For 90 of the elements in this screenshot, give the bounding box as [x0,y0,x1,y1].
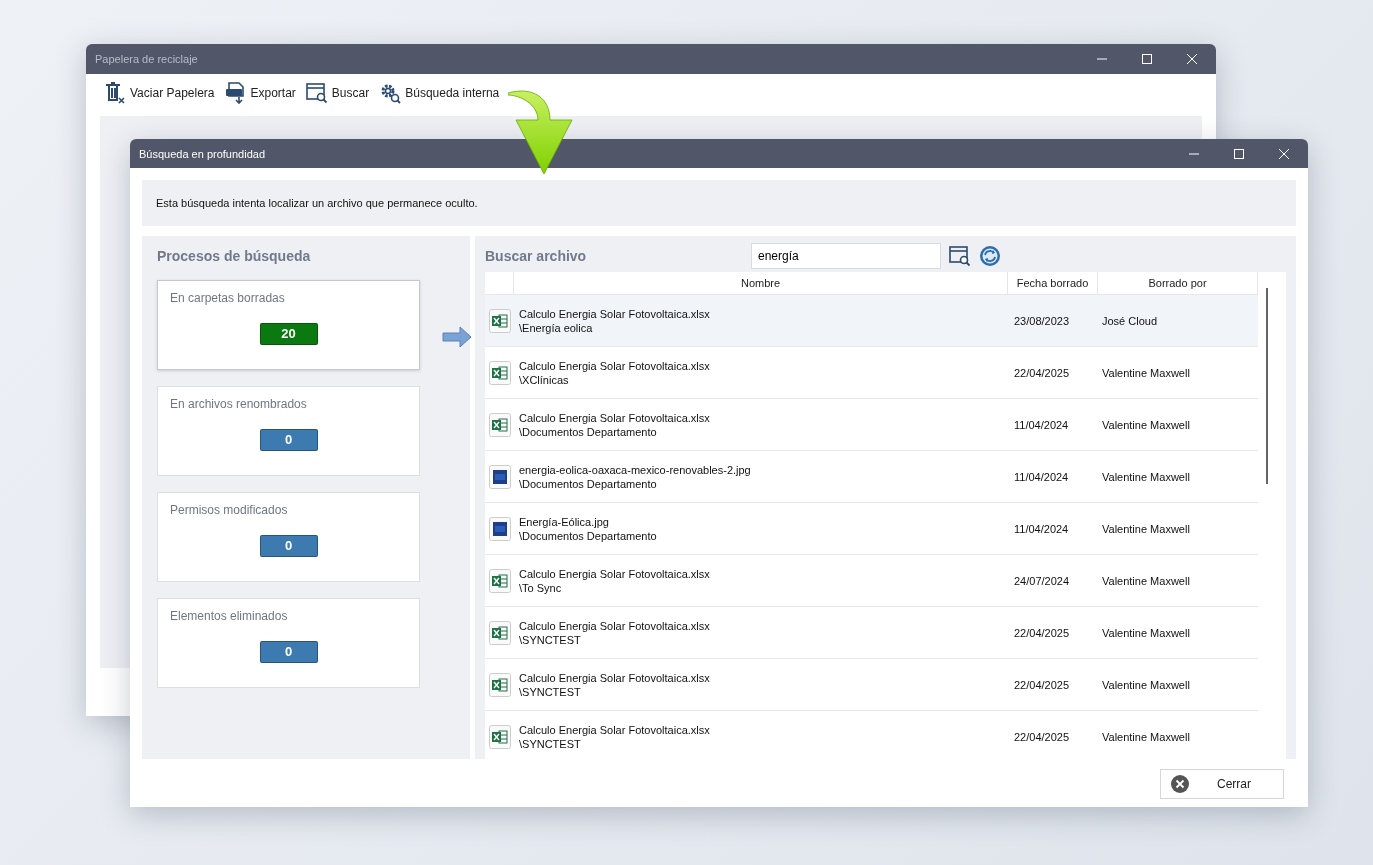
window-title: Búsqueda en profundidad [139,147,265,160]
window-title: Papelera de reciclaje [95,53,198,65]
date-cell-text: 24/07/2024 [1013,574,1071,587]
file-name: Calculo Energia Solar Fotovoltaica.xlsx [519,619,711,632]
file-path: \Energía eolica [519,321,594,334]
user-cell-text: Valentine Maxwell [1101,678,1191,691]
user-cell-text: José Cloud [1101,314,1159,327]
close-icon[interactable] [1186,53,1198,65]
spreadsheet-file-icon [488,672,511,697]
date-cell-text: 11/04/2024 [1013,470,1070,483]
window-search-icon[interactable] [949,245,971,267]
close-icon[interactable] [1278,147,1290,160]
csv-file-icon [224,82,247,104]
user-cell-text: Valentine Maxwell [1101,574,1191,587]
toolbar-button[interactable]: Vaciar Papelera [104,82,215,104]
spreadsheet-file-icon [488,568,511,593]
refresh-icon[interactable] [979,245,1001,267]
table-row[interactable]: energia-eolica-oaxaca-mexico-renovables-2.jpg \Documentos Departamento 11/04/2024 Valentine Maxwell [485,450,1258,502]
user-cell-text: Valentine Maxwell [1101,418,1191,431]
file-path: \SYNCTEST [519,633,582,646]
file-path: \To Sync [519,581,563,594]
date-cell-text: 22/04/2025 [1013,366,1071,379]
maximize-icon[interactable] [1233,147,1245,160]
table-row[interactable]: Energía-Eólica.jpg \Documentos Departamento 11/04/2024 Valentine Maxwell [485,502,1258,554]
file-path: \Documentos Departamento [519,477,658,490]
file-name: energia-eolica-oaxaca-mexico-renovables-2.jpg [519,463,752,476]
process-label: En archivos renombrados [170,397,308,411]
toolbar-button[interactable]: Exportar [224,82,296,104]
search-field[interactable]: energía [751,243,941,269]
file-name: Calculo Energia Solar Fotovoltaica.xlsx [519,411,711,424]
date-cell-text: 22/04/2025 [1013,626,1071,639]
date-cell-text: 11/04/2024 [1013,522,1070,535]
file-name: Calculo Energia Solar Fotovoltaica.xlsx [519,723,711,736]
close-icon [1171,775,1189,793]
file-path: \Documentos Departamento [519,529,658,542]
panel-heading: Procesos de búsqueda [157,248,312,264]
scrollbar[interactable] [1266,288,1268,484]
spreadsheet-file-icon [488,360,511,385]
image-file-icon [488,516,511,541]
process-label: En carpetas borradas [170,291,286,305]
spreadsheet-file-icon [488,412,511,437]
table-row[interactable]: Calculo Energia Solar Fotovoltaica.xlsx \Energía eolica 23/08/2023 José Cloud [485,294,1258,346]
process-card[interactable]: Permisos modificados 0 [157,492,420,582]
file-name: Energía-Eólica.jpg [519,515,610,528]
table-row[interactable]: Calculo Energia Solar Fotovoltaica.xlsx \To Sync 24/07/2024 Valentine Maxwell [485,554,1258,606]
user-cell-text: Valentine Maxwell [1101,470,1191,483]
count-badge: 0 [259,429,318,451]
count-badge: 0 [259,641,318,663]
file-path: \XClínicas [519,373,570,386]
table-row[interactable]: Calculo Energia Solar Fotovoltaica.xlsx \Documentos Departamento 11/04/2024 Valentine Maxwell [485,398,1258,450]
user-cell-text: Valentine Maxwell [1101,366,1191,379]
info-text: Esta búsqueda intenta localizar un archivo que permanece oculto. [156,197,478,209]
trash-icon [104,82,126,104]
panel-heading: Buscar archivo [485,248,588,264]
spreadsheet-file-icon [488,724,511,749]
close-button[interactable]: Cerrar [1160,769,1284,799]
table-row[interactable]: Calculo Energia Solar Fotovoltaica.xlsx \XClínicas 22/04/2025 Valentine Maxwell [485,346,1258,398]
spreadsheet-file-icon [488,620,511,645]
date-cell-text: 22/04/2025 [1013,730,1071,743]
file-name: Calculo Energia Solar Fotovoltaica.xlsx [519,671,711,684]
date-cell-text: 23/08/2023 [1013,314,1071,327]
file-name: Calculo Energia Solar Fotovoltaica.xlsx [519,359,711,372]
file-name: Calculo Energia Solar Fotovoltaica.xlsx [519,567,711,580]
toolbar-button[interactable]: Buscar [305,82,370,104]
process-card[interactable]: En archivos renombrados 0 [157,386,420,476]
right-arrow-icon [442,326,472,348]
date-cell-text: 22/04/2025 [1013,678,1071,691]
file-path: \SYNCTEST [519,685,582,698]
user-cell-text: Valentine Maxwell [1101,730,1191,743]
file-name: Calculo Energia Solar Fotovoltaica.xlsx [519,307,711,320]
file-path: \SYNCTEST [519,737,582,750]
user-cell-text: Valentine Maxwell [1101,522,1191,535]
count-badge: 0 [259,535,318,557]
file-path: \Documentos Departamento [519,425,658,438]
table-row[interactable]: Calculo Energia Solar Fotovoltaica.xlsx \SYNCTEST 22/04/2025 Valentine Maxwell [485,710,1258,759]
window-search-icon [305,82,328,104]
gear-search-icon [379,82,402,104]
process-card[interactable]: En carpetas borradas 20 [157,280,420,370]
table-row[interactable]: Calculo Energia Solar Fotovoltaica.xlsx \SYNCTEST 22/04/2025 Valentine Maxwell [485,658,1258,710]
spreadsheet-file-icon [488,308,511,333]
date-cell-text: 11/04/2024 [1013,418,1070,431]
process-label: Elementos eliminados [170,609,289,623]
process-card[interactable]: Elementos eliminados 0 [157,598,420,688]
image-file-icon [488,464,511,489]
count-badge: 20 [259,323,318,345]
table-row[interactable]: Calculo Energia Solar Fotovoltaica.xlsx \SYNCTEST 22/04/2025 Valentine Maxwell [485,606,1258,658]
process-label: Permisos modificados [170,503,289,517]
maximize-icon[interactable] [1141,53,1153,65]
toolbar-button[interactable]: Búsqueda interna [379,82,500,104]
user-cell-text: Valentine Maxwell [1101,626,1191,639]
